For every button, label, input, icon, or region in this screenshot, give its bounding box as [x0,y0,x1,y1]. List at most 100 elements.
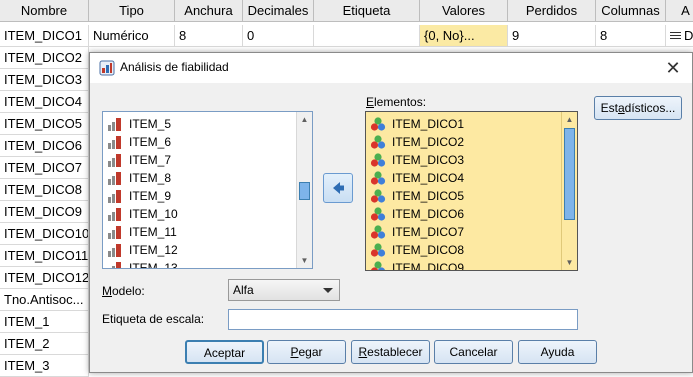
paste-button[interactable]: Pegar [267,340,346,364]
nominal-circles-icon [370,153,386,167]
scroll-down-icon[interactable]: ▼ [562,255,577,270]
cell-valores[interactable]: {0, No}... [420,25,508,47]
elements-label: Elementos: [366,95,426,109]
nominal-circles-icon [371,261,385,270]
cell-nombre[interactable]: ITEM_1 [0,311,89,333]
cell-nombre[interactable]: ITEM_DICO4 [0,91,89,113]
source-scrollbar[interactable]: ▲ ▼ [296,112,312,268]
cell-tipo[interactable]: Numérico [89,25,175,47]
list-item-label: ITEM_11 [129,225,177,239]
cell-alineacion-text: D [684,28,693,43]
list-item-label: ITEM_5 [129,117,172,131]
header-anchura[interactable]: Anchura [175,0,243,22]
arrow-left-icon [333,182,344,194]
cell-nombre[interactable]: ITEM_DICO9 [0,201,89,223]
accept-button[interactable]: Aceptar [185,340,264,364]
list-item-label: ITEM_DICO2 [392,135,465,149]
list-item-label: ITEM_DICO9 [392,261,465,271]
chevron-down-icon [323,288,333,293]
ruler-scale-icon [108,244,121,257]
ruler-scale-icon [112,262,121,268]
cell-nombre[interactable]: ITEM_DICO2 [0,47,89,69]
scroll-up-icon[interactable]: ▲ [562,112,577,127]
dialog-titlebar[interactable]: Análisis de fiabilidad ✕ [90,53,692,83]
ruler-scale-icon [108,208,121,221]
cell-nombre[interactable]: Tno.Antisoc... [0,289,89,311]
cell-nombre[interactable]: ITEM_DICO3 [0,69,89,91]
reset-label-mnemonic: R [358,345,368,359]
nominal-circles-icon [370,207,386,221]
statistics-label: Estadísticos... [601,101,676,115]
ruler-scale-icon [108,226,121,239]
reset-label: Restablecer [358,345,422,359]
dialog-title: Análisis de fiabilidad [120,60,229,74]
cell-nombre[interactable]: ITEM_DICO6 [0,135,89,157]
align-right-icon [670,32,681,42]
cell-alineacion[interactable]: D [666,25,693,47]
list-item-label: ITEM_12 [129,243,178,257]
cell-nombre[interactable]: ITEM_DICO7 [0,157,89,179]
cell-nombre[interactable]: ITEM_2 [0,333,89,355]
scroll-thumb[interactable] [564,128,575,220]
spss-dialog-icon [99,60,115,76]
paste-label: Pegar [290,345,322,359]
list-item-label: ITEM_7 [129,153,172,167]
header-alineacion[interactable]: A [666,0,693,22]
nominal-circles-icon [370,135,386,149]
cell-nombre[interactable]: ITEM_DICO10 [0,223,89,245]
header-etiqueta[interactable]: Etiqueta [314,0,420,22]
nominal-circles-icon [370,117,386,131]
model-label-text: odelo: [112,284,145,298]
nominal-circles-icon [370,225,386,239]
cell-nombre[interactable]: ITEM_DICO12 [0,267,89,289]
cell-columnas[interactable]: 8 [596,25,666,47]
header-valores[interactable]: Valores [420,0,508,22]
elements-label-mnemonic: E [366,95,375,109]
cell-perdidos[interactable]: 9 [508,25,596,47]
reset-button[interactable]: Restablecer [351,340,430,364]
scale-label-input[interactable] [228,309,578,330]
model-label-mnemonic: M [102,284,112,298]
header-perdidos[interactable]: Perdidos [508,0,596,22]
ruler-scale-icon [108,154,121,167]
header-decimales[interactable]: Decimales [243,0,314,22]
statistics-label-post: dísticos... [624,101,676,115]
statistics-label-pre: Est [600,101,618,115]
grid-header-row: Nombre Tipo Anchura Decimales Etiqueta V… [0,0,693,22]
cell-nombre[interactable]: ITEM_DICO8 [0,179,89,201]
scroll-down-icon[interactable]: ▼ [297,253,312,268]
close-button[interactable]: ✕ [662,57,684,79]
header-columnas[interactable]: Columnas [596,0,666,22]
cell-nombre[interactable]: ITEM_3 [0,355,89,377]
statistics-button[interactable]: Estadísticos... [594,96,682,120]
header-tipo[interactable]: Tipo [89,0,175,22]
elements-scrollbar[interactable]: ▲ ▼ [561,112,577,270]
list-item-label: ITEM_DICO8 [392,243,465,257]
cell-nombre[interactable]: ITEM_DICO11 [0,245,89,267]
source-variable-list[interactable]: ITEM_5 ITEM_6 ITEM_7 ITEM_8 ITEM_9 ITEM_10 ITE… [102,111,313,269]
scroll-thumb[interactable] [299,182,310,200]
ruler-scale-icon [108,172,121,185]
elements-label-text: lementos: [374,95,427,109]
cell-anchura[interactable]: 8 [175,25,243,47]
cell-etiqueta[interactable] [314,25,420,47]
model-select[interactable]: Alfa [228,279,340,301]
cell-nombre[interactable]: ITEM_DICO1 [0,25,89,47]
cancel-button[interactable]: Cancelar [434,340,513,364]
list-item-label: ITEM_DICO3 [392,153,465,167]
list-item-label: ITEM_8 [129,171,172,185]
scroll-up-icon[interactable]: ▲ [297,112,312,127]
list-item-label: ITEM_DICO4 [392,171,465,185]
nominal-circles-icon [370,189,386,203]
model-select-value: Alfa [233,283,254,297]
cell-decimales[interactable]: 0 [243,25,314,47]
help-label: Ayuda [540,345,575,359]
grid-row: ITEM_DICO1 Numérico 8 0 {0, No}... 9 8 D [0,25,693,47]
scale-label: Etiqueta de escala: [102,312,205,326]
cell-nombre[interactable]: ITEM_DICO5 [0,113,89,135]
nominal-circles-icon [370,171,386,185]
header-nombre[interactable]: Nombre [0,0,89,22]
elements-list[interactable]: ITEM_DICO1 ITEM_DICO2 ITEM_DICO3 ITEM_DICO4… [365,111,578,271]
move-variables-button[interactable] [323,173,353,203]
help-button[interactable]: Ayuda [518,340,597,364]
